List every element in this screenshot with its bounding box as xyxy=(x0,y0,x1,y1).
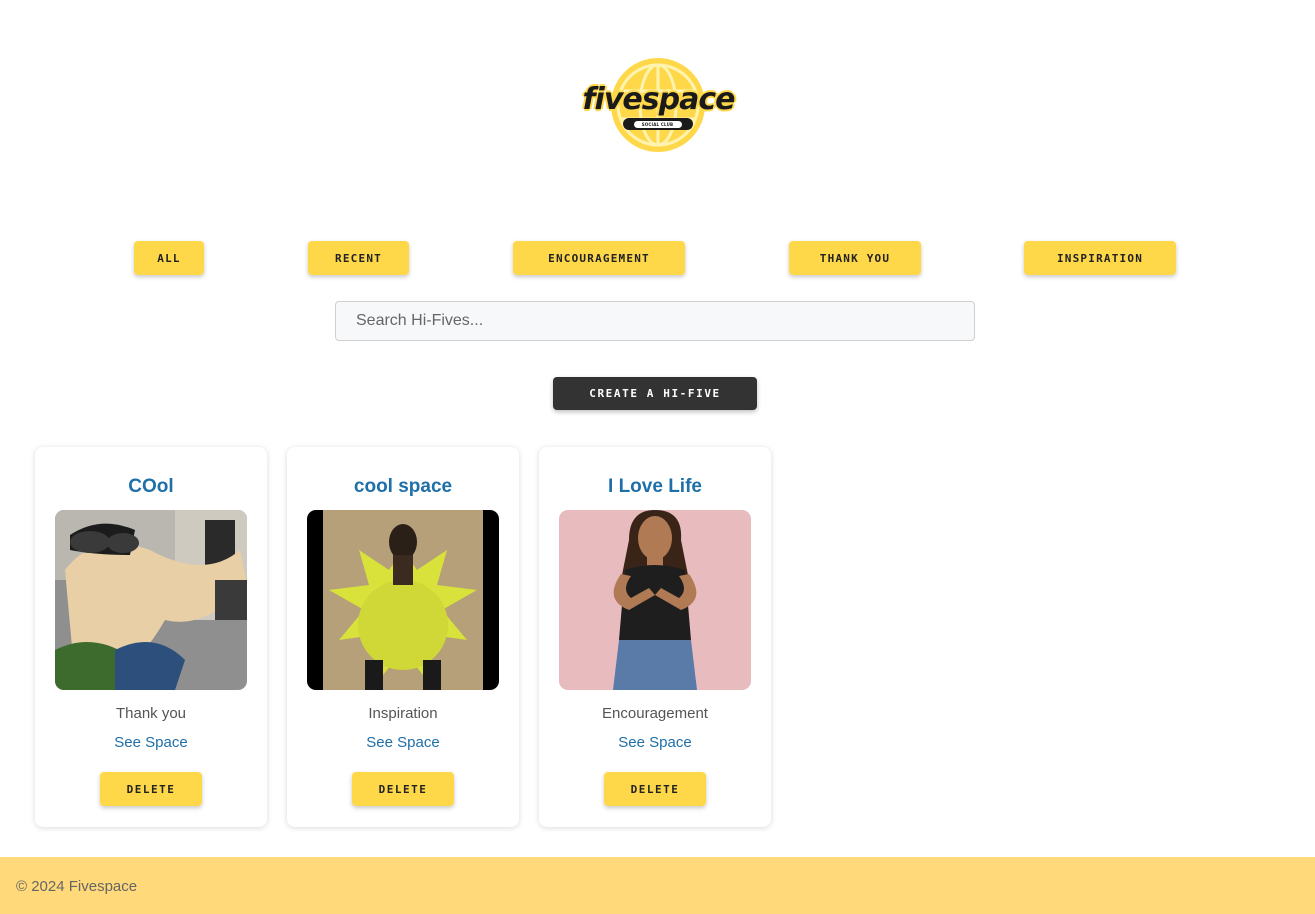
card-title: cool space xyxy=(353,476,453,497)
filter-inspiration-button[interactable]: INSPIRATION xyxy=(1024,241,1176,275)
footer-copyright: © 2024 Fivespace xyxy=(16,878,138,895)
search-input[interactable] xyxy=(335,301,975,341)
create-hi-five-button[interactable]: CREATE A HI-FIVE xyxy=(553,377,757,410)
logo-tagline-pill: SOCIAL CLUB xyxy=(622,118,693,130)
card-image-woman-clapping xyxy=(559,510,751,690)
logo-container: fivespace SOCIAL CLUB xyxy=(0,52,1315,160)
delete-button[interactable]: DELETE xyxy=(100,772,202,806)
see-space-link[interactable]: See Space xyxy=(35,734,267,751)
filter-all-button[interactable]: ALL xyxy=(134,241,204,275)
hi-five-card: COol Thank you See Space DELETE xyxy=(35,447,267,827)
logo-tagline: SOCIAL CLUB xyxy=(633,120,682,128)
see-space-link[interactable]: See Space xyxy=(287,734,519,751)
hi-five-card: I Love Life Encouragement See Space DELE… xyxy=(539,447,771,827)
fivespace-logo[interactable]: fivespace SOCIAL CLUB xyxy=(582,52,736,160)
filter-encouragement-button[interactable]: ENCOURAGEMENT xyxy=(513,241,685,275)
card-title: COol xyxy=(128,476,174,497)
woman-clapping-image xyxy=(559,510,751,690)
filter-thank-you-button[interactable]: THANK YOU xyxy=(789,241,921,275)
see-space-link[interactable]: See Space xyxy=(539,734,771,751)
card-image-dog-driving xyxy=(55,510,247,690)
card-category: Encouragement xyxy=(602,705,708,722)
card-title: I Love Life xyxy=(608,476,702,497)
inflatable-costume-image xyxy=(307,510,499,690)
delete-button[interactable]: DELETE xyxy=(604,772,706,806)
card-category: Thank you xyxy=(115,705,187,722)
card-category: Inspiration xyxy=(368,705,438,722)
hi-five-card: cool space Inspiration See Space DELETE xyxy=(287,447,519,827)
delete-button[interactable]: DELETE xyxy=(352,772,454,806)
card-image-inflatable-costume xyxy=(307,510,499,690)
dog-driving-image xyxy=(55,510,247,690)
footer: © 2024 Fivespace xyxy=(0,857,1315,914)
logo-wordmark: fivespace xyxy=(582,82,736,117)
filter-recent-button[interactable]: RECENT xyxy=(308,241,409,275)
